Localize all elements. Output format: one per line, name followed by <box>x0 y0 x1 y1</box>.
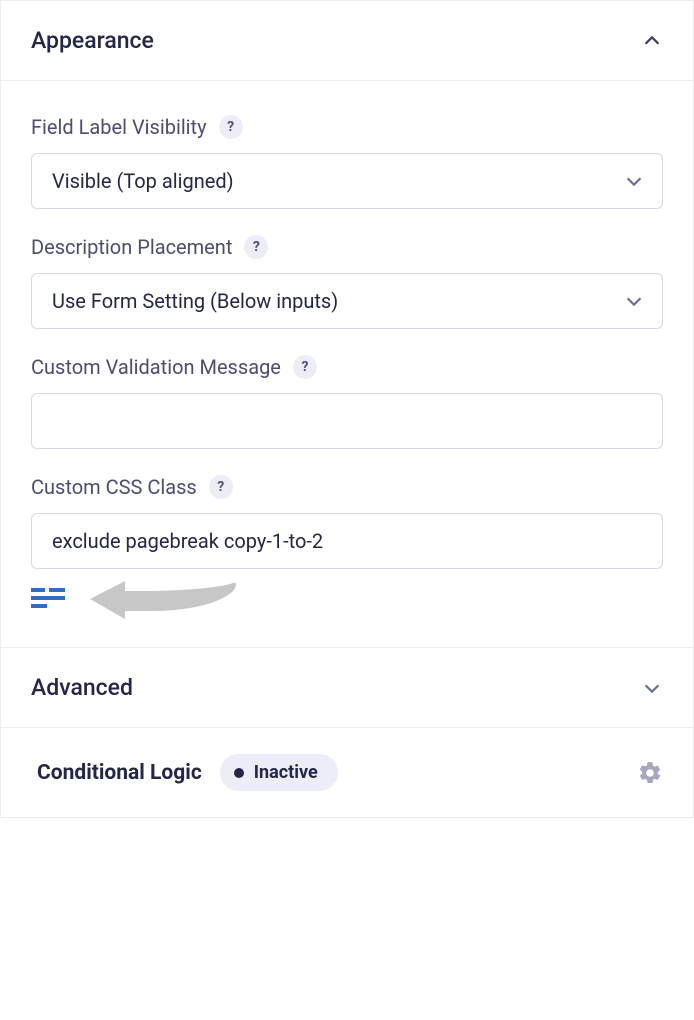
chevron-down-icon <box>641 677 663 699</box>
field-label-row: Custom Validation Message ? <box>31 355 663 379</box>
field-label-row: Custom CSS Class ? <box>31 475 663 499</box>
status-badge: Inactive <box>220 754 338 791</box>
custom-css-class-input[interactable] <box>31 513 663 569</box>
status-label: Inactive <box>254 762 318 783</box>
advanced-title: Advanced <box>31 674 133 701</box>
appearance-section-body: Field Label Visibility ? Visible (Top al… <box>1 81 693 647</box>
appearance-title: Appearance <box>31 27 154 54</box>
custom-css-class-label: Custom CSS Class <box>31 475 197 499</box>
field-label-row: Description Placement ? <box>31 235 663 259</box>
description-placement-select[interactable]: Use Form Setting (Below inputs) <box>31 273 663 329</box>
description-placement-label: Description Placement <box>31 235 232 259</box>
field-label-visibility-select[interactable]: Visible (Top aligned) <box>31 153 663 209</box>
advanced-section-header[interactable]: Advanced <box>1 647 693 727</box>
help-icon[interactable]: ? <box>293 355 317 379</box>
field-label-visibility: Field Label Visibility ? Visible (Top al… <box>31 115 663 209</box>
custom-validation-label: Custom Validation Message <box>31 355 281 379</box>
annotation-arrow-icon <box>87 577 237 621</box>
help-icon[interactable]: ? <box>209 475 233 499</box>
conditional-logic-title: Conditional Logic <box>37 761 202 785</box>
appearance-section-header[interactable]: Appearance <box>1 1 693 81</box>
help-icon[interactable]: ? <box>219 115 243 139</box>
settings-panel: Appearance Field Label Visibility ? Visi… <box>0 0 694 818</box>
conditional-logic-left: Conditional Logic Inactive <box>37 754 338 791</box>
field-label-visibility-label: Field Label Visibility <box>31 115 207 139</box>
status-dot-icon <box>234 768 244 778</box>
css-class-icon-row <box>31 579 663 621</box>
select-wrap: Visible (Top aligned) <box>31 153 663 209</box>
custom-validation-input[interactable] <box>31 393 663 449</box>
description-placement: Description Placement ? Use Form Setting… <box>31 235 663 329</box>
help-icon[interactable]: ? <box>244 235 268 259</box>
field-label-row: Field Label Visibility ? <box>31 115 663 139</box>
select-wrap: Use Form Setting (Below inputs) <box>31 273 663 329</box>
gear-icon[interactable] <box>637 760 663 786</box>
chevron-up-icon <box>641 30 663 52</box>
css-preset-icon[interactable] <box>31 588 65 612</box>
conditional-logic-row: Conditional Logic Inactive <box>1 727 693 817</box>
custom-css-class: Custom CSS Class ? <box>31 475 663 621</box>
custom-validation-message: Custom Validation Message ? <box>31 355 663 449</box>
